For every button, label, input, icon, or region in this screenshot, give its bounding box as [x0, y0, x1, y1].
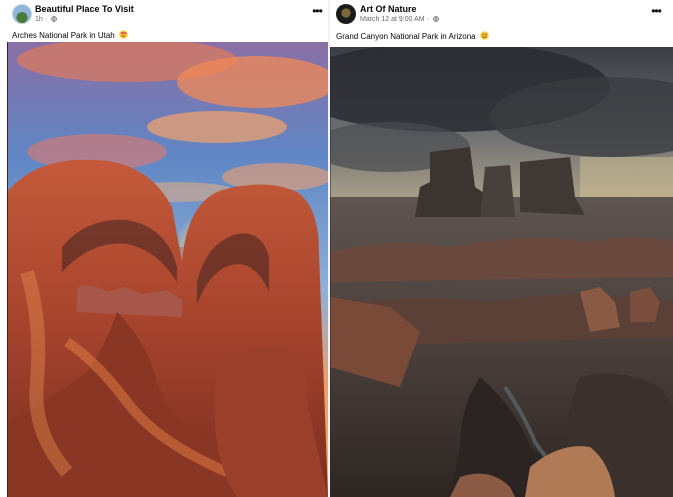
caption-text: Arches National Park in Utah: [12, 31, 115, 40]
post-meta: 1h ·: [35, 16, 57, 23]
post-time[interactable]: March 12 at 9:00 AM: [360, 16, 425, 23]
post-caption: Grand Canyon National Park in Arizona: [336, 31, 489, 41]
post-header: Art Of Nature March 12 at 9:00 AM · •••: [330, 0, 673, 28]
post-author[interactable]: Art Of Nature: [360, 4, 417, 14]
globe-icon: [432, 16, 439, 22]
globe-icon: [51, 16, 57, 22]
caption-text: Grand Canyon National Park in Arizona: [336, 32, 476, 41]
post-caption: Arches National Park in Utah: [12, 30, 128, 40]
meta-separator: ·: [426, 16, 429, 23]
post-author[interactable]: Beautiful Place To Visit: [35, 4, 134, 14]
grand-canyon-landscape-image: [330, 47, 673, 497]
page-avatar[interactable]: [336, 4, 356, 24]
post-header: Beautiful Place To Visit 1h · •••: [0, 0, 328, 28]
more-options-button[interactable]: •••: [648, 5, 664, 18]
arches-landscape-image: [7, 42, 328, 497]
post-photo-arches[interactable]: [7, 42, 328, 497]
smiling-face-emoji-icon: [480, 31, 489, 40]
more-options-button[interactable]: •••: [309, 5, 325, 18]
post-meta: March 12 at 9:00 AM ·: [360, 16, 439, 23]
page-avatar[interactable]: [12, 4, 32, 24]
post-time[interactable]: 1h: [35, 16, 43, 23]
post-photo-grand-canyon[interactable]: [330, 47, 673, 497]
heart-eyes-emoji-icon: [119, 30, 128, 39]
meta-separator: ·: [44, 16, 48, 23]
feed-post-1: Beautiful Place To Visit 1h · ••• Arches…: [0, 0, 328, 497]
feed-post-2: Art Of Nature March 12 at 9:00 AM · ••• …: [330, 0, 673, 497]
